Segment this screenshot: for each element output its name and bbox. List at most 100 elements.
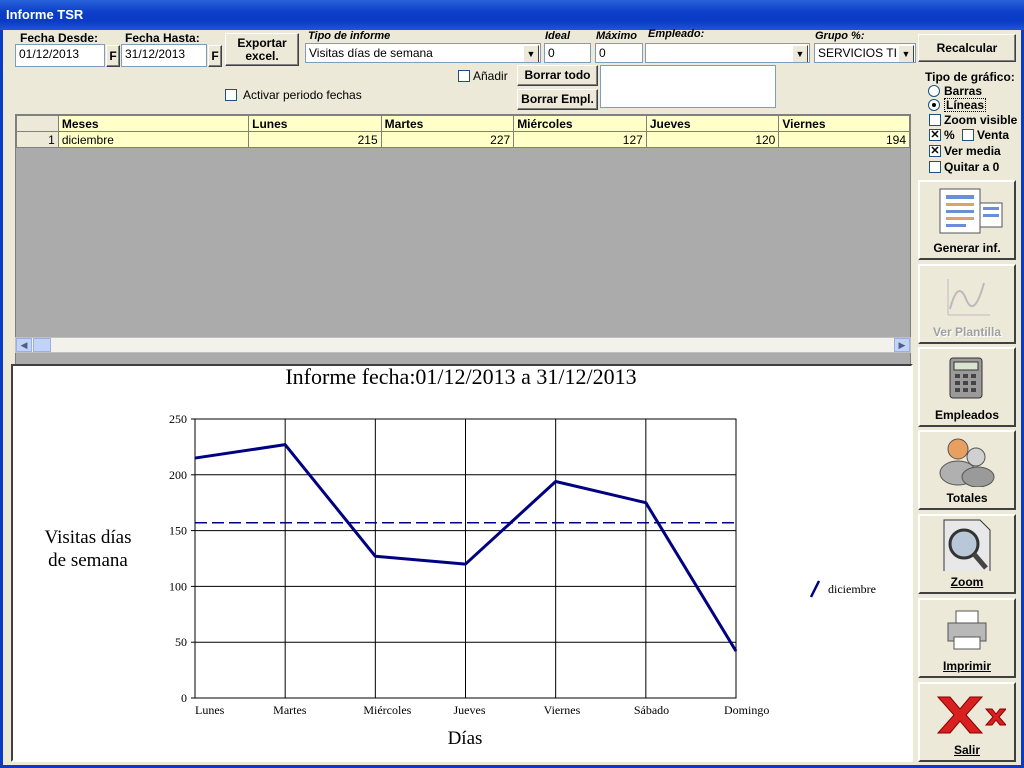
- users-icon: [939, 438, 995, 487]
- chart-title: Informe fecha:01/12/2013 a 31/12/2013: [285, 366, 636, 389]
- salir-label: Salir: [953, 743, 980, 757]
- column-header[interactable]: Viernes: [778, 115, 910, 132]
- tipo-informe-value: Visitas días de semana: [309, 46, 433, 60]
- fecha-desde-input[interactable]: 01/12/2013: [15, 44, 105, 67]
- table-cell[interactable]: 120: [645, 131, 780, 148]
- generar-informe-label: Generar inf.: [933, 241, 1001, 255]
- quitar-label: Quitar a 0: [944, 160, 1000, 174]
- y-tick-label: 100: [169, 579, 187, 593]
- imprimir-label: Imprimir: [942, 659, 991, 673]
- data-grid[interactable]: Meses Lunes Martes Miércoles Jueves Vier…: [15, 114, 911, 366]
- column-header[interactable]: Lunes: [248, 115, 382, 132]
- legend-marker: [809, 580, 821, 598]
- printer-icon: [947, 610, 987, 650]
- column-header[interactable]: Martes: [380, 115, 515, 132]
- scroll-right-icon[interactable]: ▶: [894, 338, 910, 352]
- row-number: 1: [16, 131, 59, 148]
- totales-button[interactable]: Totales: [918, 430, 1016, 510]
- x-tick-label: Sábado: [634, 703, 669, 717]
- column-header[interactable]: Jueves: [645, 115, 780, 132]
- fecha-hasta-label: Fecha Hasta:: [125, 31, 200, 45]
- ver-plantilla-button[interactable]: Ver Plantilla: [918, 264, 1016, 344]
- table-cell[interactable]: diciembre: [57, 131, 250, 148]
- y-tick-label: 200: [169, 468, 187, 482]
- close-icon: [936, 696, 1006, 734]
- row-number-header: [16, 115, 59, 132]
- empleado-label: Empleado:: [648, 28, 705, 40]
- x-tick-label: Lunes: [195, 703, 225, 717]
- tipo-informe-select[interactable]: Visitas días de semana ▼: [305, 43, 541, 63]
- maximo-input[interactable]: 0: [595, 43, 643, 63]
- chart-area: Informe fecha:01/12/2013 a 31/12/2013 0 50…: [11, 364, 913, 762]
- x-tick-label: Viernes: [544, 703, 581, 717]
- activar-periodo-label: Activar periodo fechas: [243, 88, 362, 102]
- venta-checkbox[interactable]: [962, 129, 974, 141]
- table-row[interactable]: 1 diciembre 215 227 127 120 194: [16, 131, 910, 148]
- imprimir-button[interactable]: Imprimir: [918, 598, 1016, 678]
- scroll-left-icon[interactable]: ◀: [16, 338, 32, 352]
- empleados-list-box[interactable]: [600, 65, 776, 108]
- recalcular-label: Recalcular: [936, 40, 998, 55]
- ver-media-label: Ver media: [944, 144, 1001, 158]
- generar-informe-button[interactable]: Generar inf.: [918, 180, 1016, 260]
- recalcular-button[interactable]: Recalcular: [918, 34, 1016, 62]
- activar-periodo-checkbox[interactable]: [225, 89, 237, 101]
- y-tick-label: 50: [175, 635, 187, 649]
- zoom-button[interactable]: Zoom: [918, 514, 1016, 594]
- legend-label: diciembre: [828, 582, 876, 596]
- x-tick-label: Miércoles: [363, 703, 411, 717]
- barras-radio[interactable]: [928, 85, 940, 97]
- column-header[interactable]: Meses: [57, 115, 250, 132]
- grupo-select[interactable]: SERVICIOS TI ▼: [814, 43, 916, 63]
- ideal-label: Ideal: [545, 30, 571, 42]
- borrar-empl-button[interactable]: Borrar Empl.: [517, 89, 598, 110]
- lineas-label: Líneas: [944, 98, 987, 112]
- chevron-down-icon[interactable]: ▼: [898, 45, 914, 62]
- zoom-visible-checkbox[interactable]: [929, 114, 941, 126]
- y-tick-label: 250: [169, 412, 187, 426]
- ideal-input[interactable]: 0: [544, 43, 591, 63]
- chevron-down-icon[interactable]: ▼: [792, 45, 808, 62]
- y-tick-label: 0: [181, 691, 187, 705]
- ver-plantilla-label: Ver Plantilla: [932, 325, 1002, 339]
- maximo-label: Máximo: [596, 30, 637, 42]
- table-cell[interactable]: 215: [248, 131, 382, 148]
- fecha-hasta-picker-button[interactable]: F: [208, 45, 222, 67]
- chart-template-icon: [947, 279, 990, 316]
- table-cell[interactable]: 194: [778, 131, 910, 148]
- borrar-todo-button[interactable]: Borrar todo: [517, 65, 598, 86]
- line-chart: Informe fecha:01/12/2013 a 31/12/2013 0 50…: [45, 364, 876, 749]
- x-tick-label: Jueves: [454, 703, 486, 717]
- column-header[interactable]: Miércoles: [513, 115, 647, 132]
- chevron-down-icon[interactable]: ▼: [523, 45, 539, 62]
- main-window: Fecha Desde: 01/12/2013 F Fecha Hasta: 3…: [0, 28, 1024, 768]
- x-axis-label: Días: [448, 728, 483, 749]
- y-axis-label-line-2: de semana: [48, 550, 128, 571]
- ver-media-checkbox[interactable]: ✕: [929, 145, 941, 157]
- horizontal-scrollbar[interactable]: ◀ ▶: [15, 337, 911, 353]
- pct-checkbox[interactable]: ✕: [929, 129, 941, 141]
- pct-label: %: [944, 128, 955, 142]
- salir-button[interactable]: Salir: [918, 682, 1016, 762]
- tipo-informe-label: Tipo de informe: [308, 30, 391, 42]
- exportar-excel-button[interactable]: Exportar excel.: [225, 33, 299, 66]
- x-tick-label: Martes: [273, 703, 307, 717]
- zoom-visible-label: Zoom visible: [944, 113, 1018, 127]
- x-tick-label: Domingo: [724, 703, 769, 717]
- empleados-button[interactable]: Empleados: [918, 347, 1016, 427]
- barras-label: Barras: [944, 84, 983, 98]
- fecha-hasta-input[interactable]: 31/12/2013: [121, 44, 207, 67]
- table-cell[interactable]: 127: [513, 131, 647, 148]
- table-cell[interactable]: 227: [380, 131, 515, 148]
- lineas-radio[interactable]: [928, 99, 940, 111]
- fecha-desde-picker-button[interactable]: F: [106, 45, 120, 67]
- empleado-select[interactable]: ▼: [645, 43, 810, 63]
- grupo-label: Grupo %:: [815, 30, 865, 42]
- scroll-thumb[interactable]: [33, 338, 51, 352]
- venta-label: Venta: [977, 128, 1010, 142]
- empleados-label: Empleados: [934, 408, 1000, 422]
- data-table: Meses Lunes Martes Miércoles Jueves Vier…: [16, 115, 910, 148]
- quitar-checkbox[interactable]: [929, 161, 941, 173]
- window-title: Informe TSR: [6, 7, 84, 22]
- anadir-checkbox[interactable]: [458, 70, 470, 82]
